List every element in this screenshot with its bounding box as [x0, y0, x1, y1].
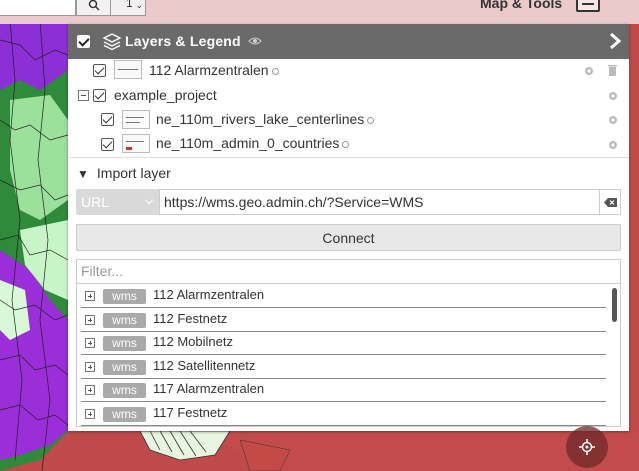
layer-row: ne_110m_rivers_lake_centerlines	[68, 108, 629, 133]
layer-legend-thumbnail	[122, 110, 150, 129]
result-label: 112 Mobilnetz	[153, 334, 233, 349]
expand-icon[interactable]	[85, 338, 95, 348]
result-label: 117 Festnetz	[153, 405, 228, 420]
divider	[68, 157, 629, 158]
result-label: 112 Alarmzentralen	[153, 287, 265, 302]
layers-icon	[102, 33, 122, 51]
menu-icon	[582, 3, 594, 5]
gear-icon[interactable]	[607, 139, 619, 151]
layer-legend-thumbnail	[114, 60, 142, 79]
wms-badge: wms	[103, 383, 146, 398]
crosshair-icon	[579, 439, 595, 455]
scale-select[interactable]: 1 ⌄	[110, 0, 146, 16]
locate-button[interactable]	[566, 426, 608, 468]
layer-label: ne_110m_admin_0_countries	[156, 135, 350, 151]
gear-icon[interactable]	[583, 65, 595, 77]
layer-visibility-checkbox[interactable]	[93, 89, 106, 102]
info-icon[interactable]	[271, 68, 279, 75]
result-row[interactable]: wms 112 Satellitennetz	[81, 355, 606, 379]
layer-label: 112 Alarmzentralen	[149, 62, 279, 78]
panel-header: Layers & Legend	[68, 24, 629, 59]
expand-icon[interactable]	[85, 315, 95, 325]
expand-icon[interactable]	[85, 409, 95, 419]
layer-row: 112 Alarmzentralen	[68, 59, 629, 84]
layer-label-text: 112 Alarmzentralen	[149, 62, 269, 78]
info-icon[interactable]	[342, 141, 350, 148]
layer-group-label: example_project	[114, 87, 217, 103]
result-row[interactable]: wms 112 Mobilnetz	[81, 331, 606, 355]
eye-icon[interactable]	[248, 36, 262, 46]
scale-select-value: 1	[126, 0, 133, 10]
import-layer-label: Import layer	[96, 165, 171, 181]
menu-button[interactable]	[576, 0, 600, 12]
result-row[interactable]: wms 112 Alarmzentralen	[81, 284, 606, 308]
chevron-right-icon[interactable]	[609, 33, 621, 49]
chevron-down-icon	[144, 195, 154, 205]
layer-row: ne_110m_admin_0_countries	[68, 132, 629, 157]
layer-label-text: ne_110m_admin_0_countries	[156, 135, 340, 151]
result-label: 117 Alarmzentralen	[153, 381, 265, 396]
triangle-down-icon: ▼	[77, 167, 89, 181]
panel-title: Layers & Legend	[125, 33, 241, 49]
wms-badge: wms	[103, 313, 146, 328]
expand-icon[interactable]	[85, 291, 95, 301]
url-input[interactable]: https://wms.geo.admin.ch/?Service=WMS	[159, 189, 600, 215]
layer-visibility-checkbox[interactable]	[101, 113, 114, 126]
wms-badge: wms	[103, 360, 146, 375]
source-type-value: URL	[81, 194, 110, 210]
layers-panel: Layers & Legend 112 Alarmzentralen examp…	[68, 24, 629, 431]
layer-label-text: ne_110m_rivers_lake_centerlines	[156, 111, 365, 127]
wms-badge: wms	[103, 336, 146, 351]
top-toolbar: 1 ⌄ Map & Tools	[0, 0, 639, 24]
expand-icon[interactable]	[85, 385, 95, 395]
scrollbar[interactable]	[612, 288, 617, 322]
toggle-all-layers-checkbox[interactable]	[77, 35, 90, 48]
chevron-down-icon: ⌄	[135, 0, 143, 10]
clear-icon	[603, 197, 617, 207]
wms-badge: wms	[103, 407, 146, 422]
result-label: 112 Satellitennetz	[153, 358, 256, 373]
connect-button[interactable]: Connect	[76, 224, 621, 251]
import-layer-toggle[interactable]: ▼ Import layer	[77, 165, 171, 181]
result-row[interactable]: wms 117 Alarmzentralen	[81, 378, 606, 402]
gear-icon[interactable]	[607, 90, 619, 102]
layer-visibility-checkbox[interactable]	[101, 138, 114, 151]
trash-icon[interactable]	[607, 64, 618, 77]
info-icon[interactable]	[367, 117, 375, 124]
expand-icon[interactable]	[85, 362, 95, 372]
wms-badge: wms	[103, 289, 146, 304]
search-button[interactable]	[76, 0, 111, 16]
search-input[interactable]	[0, 0, 76, 16]
result-row[interactable]: wms 117 Festnetz	[81, 402, 606, 426]
result-list: wms 112 Alarmzentralen wms 112 Festnetz …	[76, 284, 621, 427]
layer-visibility-checkbox[interactable]	[93, 64, 106, 77]
result-label: 112 Festnetz	[153, 311, 228, 326]
collapse-group-toggle[interactable]	[78, 90, 89, 101]
layer-group-row: example_project	[68, 83, 629, 108]
gear-icon[interactable]	[607, 114, 619, 126]
layer-legend-thumbnail	[122, 134, 150, 153]
filter-input[interactable]: Filter...	[76, 259, 621, 284]
map-tools-label[interactable]: Map & Tools	[480, 0, 562, 11]
search-icon	[88, 0, 100, 11]
source-type-select[interactable]: URL	[76, 189, 159, 215]
result-row[interactable]: wms 112 Festnetz	[81, 308, 606, 332]
layer-label: ne_110m_rivers_lake_centerlines	[156, 111, 375, 127]
clear-url-button[interactable]	[600, 189, 621, 215]
